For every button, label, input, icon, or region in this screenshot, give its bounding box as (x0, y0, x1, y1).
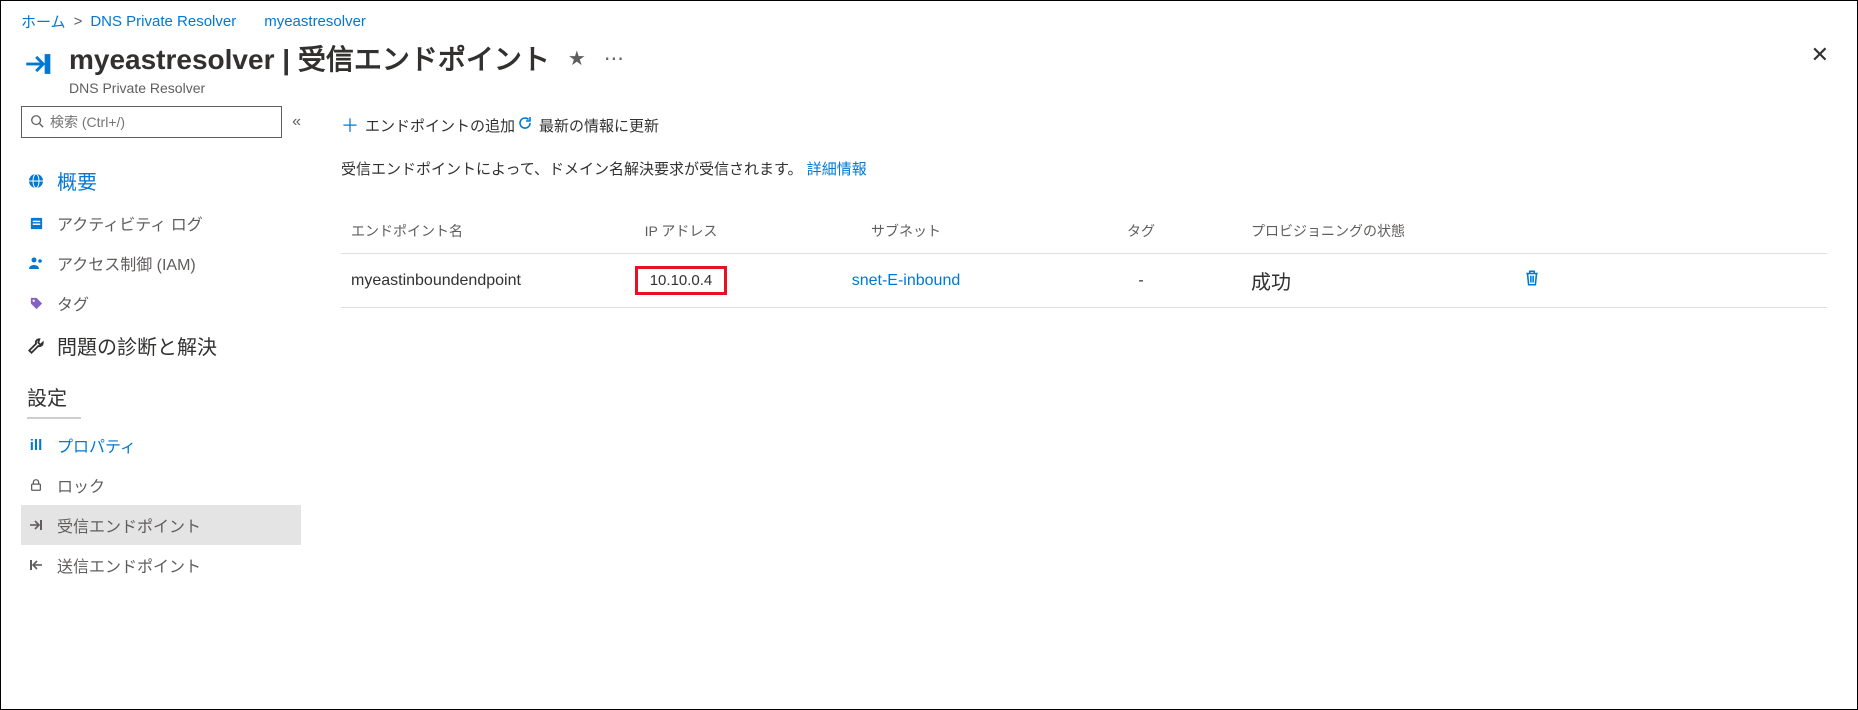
sidebar-item-lock[interactable]: ロック (21, 465, 301, 505)
col-subnet: サブネット (781, 221, 1031, 241)
activity-log-icon (27, 214, 45, 232)
sidebar-item-iam[interactable]: アクセス制御 (IAM) (21, 243, 301, 283)
page-subtitle: DNS Private Resolver (69, 80, 624, 96)
globe-icon (27, 172, 45, 190)
add-endpoint-button[interactable]: ＋ エンドポイントの追加 (341, 112, 515, 138)
add-endpoint-label: エンドポイントの追加 (365, 115, 515, 136)
sidebar-label-overview: 概要 (57, 166, 97, 195)
breadcrumb-sep-icon: > (74, 13, 83, 30)
sidebar-label-inbound: 受信エンドポイント (57, 513, 201, 537)
col-ip: IP アドレス (581, 221, 781, 241)
sidebar-label-activity-log: アクティビティ ログ (57, 211, 203, 235)
search-box[interactable] (21, 106, 282, 138)
search-input[interactable] (50, 114, 273, 130)
more-info-link[interactable]: 詳細情報 (807, 161, 867, 178)
table-header: エンドポイント名 IP アドレス サブネット タグ プロビジョニングの状態 (341, 209, 1827, 253)
sidebar-item-inbound-endpoint[interactable]: 受信エンドポイント (21, 505, 301, 545)
wrench-icon (27, 337, 45, 355)
sidebar-label-properties: プロパティ (57, 433, 136, 457)
sidebar-label-diagnose: 問題の診断と解決 (57, 331, 217, 360)
main-content: ＋ エンドポイントの追加 最新の情報に更新 受信エンドポイントによって、ドメイン… (301, 106, 1857, 706)
sidebar-item-activity-log[interactable]: アクティビティ ログ (21, 203, 301, 243)
more-menu-icon[interactable]: ⋯ (604, 46, 624, 71)
description-text: 受信エンドポイントによって、ドメイン名解決要求が受信されます。 詳細情報 (341, 158, 1827, 179)
cell-endpoint-name: myeastinboundendpoint (351, 272, 581, 290)
inbound-endpoint-icon (27, 516, 45, 534)
refresh-label: 最新の情報に更新 (539, 115, 659, 136)
properties-icon: ill (27, 436, 45, 454)
breadcrumb-home[interactable]: ホーム (21, 11, 66, 32)
sidebar-label-lock: ロック (57, 473, 105, 497)
breadcrumb-current[interactable]: myeastresolver (264, 13, 366, 30)
sidebar-label-outbound: 送信エンドポイント (57, 553, 201, 577)
sidebar-item-outbound-endpoint[interactable]: 送信エンドポイント (21, 545, 301, 585)
refresh-button[interactable]: 最新の情報に更新 (517, 115, 659, 136)
col-endpoint-name: エンドポイント名 (351, 221, 581, 241)
tag-icon (27, 294, 45, 312)
favorite-star-icon[interactable]: ★ (568, 46, 586, 71)
cell-subnet-link[interactable]: snet-E-inbound (852, 272, 961, 289)
people-icon (27, 254, 45, 272)
sidebar-item-overview[interactable]: 概要 (21, 158, 301, 203)
toolbar: ＋ エンドポイントの追加 最新の情報に更新 (341, 106, 1827, 158)
collapse-sidebar-icon[interactable]: « (292, 113, 301, 131)
col-tag: タグ (1031, 221, 1251, 241)
cell-ip-highlight: 10.10.0.4 (635, 266, 728, 295)
breadcrumb-resource-type[interactable]: DNS Private Resolver (90, 13, 236, 30)
page-header: myeastresolver | 受信エンドポイント ★ ⋯ DNS Priva… (1, 38, 1857, 106)
sidebar-item-properties[interactable]: ill プロパティ (21, 425, 301, 465)
cell-tag: - (1031, 272, 1251, 290)
sidebar-item-tags[interactable]: タグ (21, 283, 301, 323)
refresh-icon (517, 115, 533, 136)
page-title: myeastresolver | 受信エンドポイント (69, 38, 550, 78)
sidebar-label-iam: アクセス制御 (IAM) (57, 251, 196, 275)
sidebar-section-settings: 設定 (21, 368, 301, 417)
breadcrumb: ホーム > DNS Private Resolver myeastresolve… (1, 1, 1857, 38)
col-state: プロビジョニングの状態 (1251, 221, 1481, 241)
plus-icon: ＋ (341, 112, 359, 138)
outbound-endpoint-icon (27, 556, 45, 574)
dns-resolver-icon (21, 46, 57, 82)
endpoint-table: エンドポイント名 IP アドレス サブネット タグ プロビジョニングの状態 my… (341, 209, 1827, 308)
sidebar: « 概要 アクティビティ ログ アクセス制御 (IAM) タグ (1, 106, 301, 706)
delete-icon[interactable] (1523, 269, 1541, 292)
cell-state: 成功 (1251, 266, 1481, 295)
lock-icon (27, 476, 45, 494)
table-row: myeastinboundendpoint 10.10.0.4 snet-E-i… (341, 253, 1827, 308)
sidebar-item-diagnose[interactable]: 問題の診断と解決 (21, 323, 301, 368)
search-icon (30, 114, 44, 131)
section-underline (27, 417, 81, 419)
close-icon[interactable]: ✕ (1803, 38, 1837, 72)
sidebar-label-tags: タグ (57, 291, 89, 315)
